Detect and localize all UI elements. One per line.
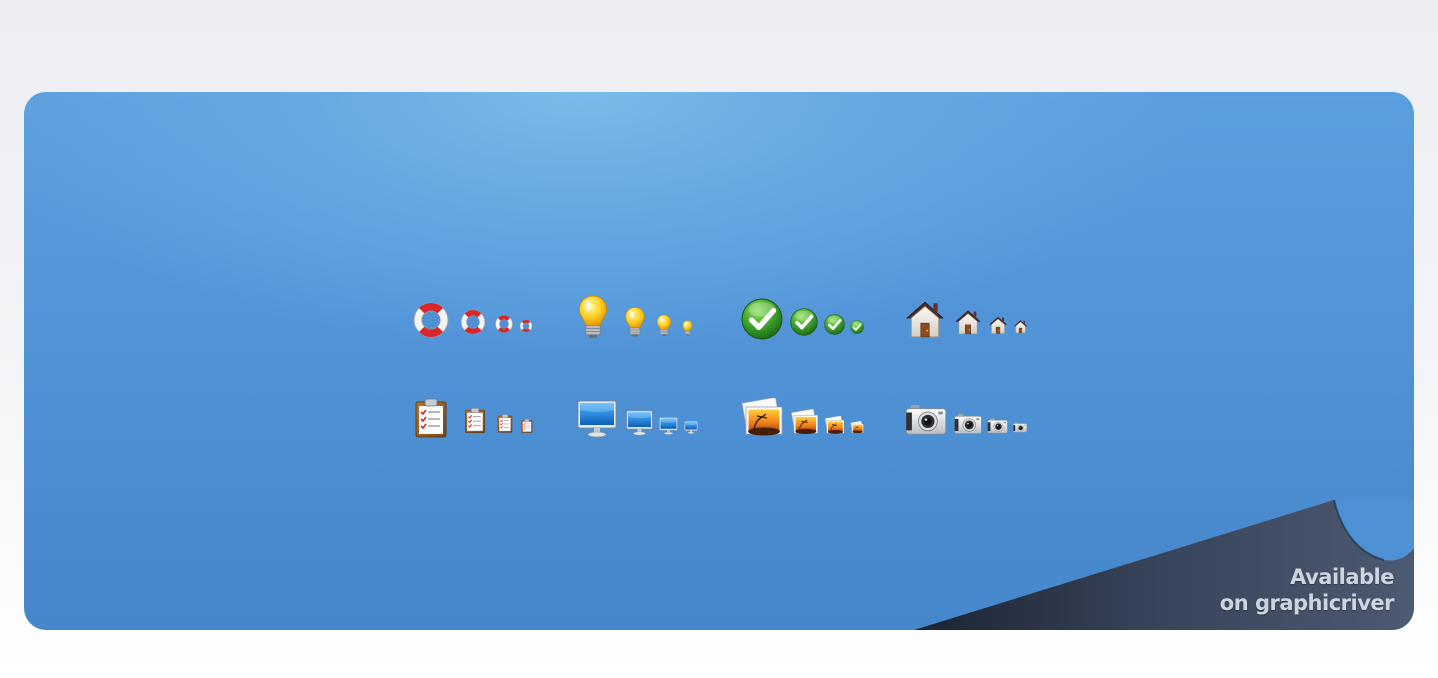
clipboard-checklist-icon [414,398,448,438]
photos-icon [790,409,819,436]
monitor-icon [577,400,617,438]
clipboard-checklist-icon [464,407,486,434]
monitor-icon [626,410,653,436]
camera-icon [954,413,982,435]
camera-icon [987,418,1008,434]
monitor-icon [659,417,678,435]
clipboard-checklist-icon [521,419,533,433]
light-bulb-icon [624,306,646,338]
light-bulb-icon [682,320,693,336]
life-buoy-icon [411,300,451,340]
life-buoy-icon [459,308,487,336]
light-bulb-icon [656,314,672,337]
checkmark-icon [850,320,864,334]
photos-icon [850,421,864,434]
clipboard-checklist-icon [497,414,513,433]
life-buoy-icon [494,314,514,334]
photos-icon [740,398,784,438]
home-icon [1013,319,1028,334]
photos-icon [824,416,845,435]
life-buoy-icon [519,319,533,333]
promo-banner: Available on graphicriver [24,92,1414,630]
cta-line-2: on graphicriver [1219,591,1395,615]
home-icon [954,308,982,336]
cta-line-1: Available [1290,565,1394,589]
light-bulb-icon [577,294,609,340]
monitor-icon [684,421,698,434]
camera-icon [905,404,947,436]
home-icon [904,298,946,340]
available-on-graphicriver-link[interactable]: Available on graphicriver [1219,564,1395,616]
camera-icon [1013,422,1027,433]
home-icon [988,315,1008,335]
checkmark-icon [790,308,818,336]
checkmark-icon [824,314,845,335]
checkmark-icon [741,298,783,340]
